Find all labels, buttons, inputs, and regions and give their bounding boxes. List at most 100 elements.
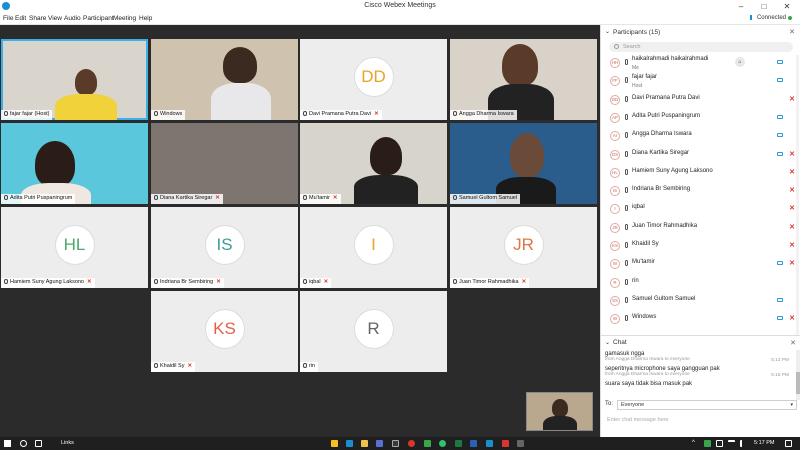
- participant-row[interactable]: DD Davi Pramana Putra Davi ✕: [601, 91, 800, 109]
- video-feed-shape: [75, 69, 97, 95]
- word-icon[interactable]: [470, 440, 477, 447]
- video-camera-icon[interactable]: [777, 60, 783, 64]
- app-icon[interactable]: [376, 440, 383, 447]
- edge-icon[interactable]: [346, 440, 353, 447]
- muted-mic-icon[interactable]: ✕: [789, 186, 795, 194]
- tray-app-icon[interactable]: [704, 440, 711, 447]
- battery-icon[interactable]: [716, 440, 723, 447]
- video-tile[interactable]: fajar fajar (Host): [1, 39, 148, 120]
- notification-icon[interactable]: [785, 440, 792, 447]
- chrome-icon[interactable]: [331, 440, 338, 447]
- participant-row[interactable]: IS Indriana Br Sembiring ✕: [601, 182, 800, 200]
- video-tile[interactable]: Windows: [151, 39, 298, 120]
- chat-scrollbar[interactable]: [796, 350, 800, 400]
- video-tile[interactable]: Iiqbal ✕: [300, 207, 447, 288]
- video-tile[interactable]: DD Davi Pramana Putra Davi ✕: [300, 39, 447, 120]
- app-icon[interactable]: [424, 440, 431, 447]
- participant-scrollbar[interactable]: [796, 55, 799, 351]
- wifi-icon[interactable]: [728, 440, 735, 447]
- muted-mic-icon[interactable]: ✕: [789, 150, 795, 158]
- video-tile[interactable]: IS Indriana Br Sembiring ✕: [151, 207, 298, 288]
- chat-header[interactable]: ⌄ Chat ✕: [601, 336, 800, 349]
- windows-start-icon[interactable]: [4, 440, 11, 447]
- chevron-down-icon[interactable]: ⌄: [605, 28, 610, 35]
- excel-icon[interactable]: [455, 440, 462, 447]
- maximize-icon[interactable]: □: [753, 1, 775, 12]
- muted-mic-icon[interactable]: ✕: [789, 314, 795, 322]
- menu-share[interactable]: Share: [29, 15, 46, 22]
- video-tile[interactable]: Diana Kartika Siregar ✕: [151, 123, 298, 204]
- video-camera-icon[interactable]: [777, 261, 783, 266]
- participant-row[interactable]: AI Angga Dharma Iswara: [601, 127, 800, 145]
- video-tile[interactable]: Adita Putri Puspaningrum: [1, 123, 148, 204]
- task-view-icon[interactable]: [35, 440, 42, 447]
- chat-message-input[interactable]: Enter chat message here: [605, 414, 793, 434]
- menu-meeting[interactable]: Meeting: [113, 15, 136, 22]
- video-tile[interactable]: Rrin: [300, 291, 447, 372]
- menu-help[interactable]: Help: [139, 15, 152, 22]
- menu-participant[interactable]: Participant: [83, 15, 114, 22]
- participant-row[interactable]: HH haikalrahmadi haikalrahmadi Me ⌂: [601, 54, 800, 72]
- close-icon[interactable]: ✕: [776, 1, 798, 12]
- participant-row[interactable]: FF fajar fajar Host: [601, 72, 800, 90]
- app-icon[interactable]: [392, 440, 399, 447]
- participant-row[interactable]: Iiqbal ✕: [601, 200, 800, 218]
- close-participants-icon[interactable]: ✕: [789, 28, 795, 36]
- participant-row[interactable]: JR Juan Timor Rahmadhika ✕: [601, 219, 800, 237]
- participant-row[interactable]: M Mu'tamir ✕: [601, 255, 800, 273]
- participant-row[interactable]: KS Khaidil Sy ✕: [601, 237, 800, 255]
- muted-mic-icon[interactable]: ✕: [789, 223, 795, 231]
- video-camera-icon[interactable]: [777, 133, 783, 138]
- home-icon[interactable]: ⌂: [735, 57, 745, 67]
- video-tile[interactable]: Angga Dharma Iswara: [450, 39, 597, 120]
- whatsapp-icon[interactable]: [439, 440, 446, 447]
- file-explorer-icon[interactable]: [361, 440, 368, 447]
- video-tile[interactable]: KS Khaidil Sy ✕: [151, 291, 298, 372]
- muted-mic-icon[interactable]: ✕: [789, 168, 795, 176]
- participant-row[interactable]: HL Hamiem Suny Agung Laksono ✕: [601, 164, 800, 182]
- video-tile[interactable]: JR Juan Timor Rahmadhika ✕: [450, 207, 597, 288]
- media-player-icon[interactable]: [408, 440, 415, 447]
- minimize-icon[interactable]: –: [730, 1, 752, 12]
- participant-row[interactable]: AP Adita Putri Puspaningrum: [601, 109, 800, 127]
- muted-mic-icon[interactable]: ✕: [789, 95, 795, 103]
- search-icon[interactable]: [20, 440, 27, 447]
- muted-mic-icon[interactable]: ✕: [789, 204, 795, 212]
- recipient-value: Everyone: [621, 402, 645, 408]
- webex-taskbar-icon[interactable]: [486, 440, 493, 447]
- chevron-down-icon[interactable]: ⌄: [605, 339, 610, 346]
- video-camera-icon[interactable]: [777, 151, 783, 156]
- video-camera-icon[interactable]: [777, 114, 783, 119]
- pdf-icon[interactable]: [502, 440, 509, 447]
- menu-file[interactable]: File: [3, 15, 13, 22]
- muted-mic-icon[interactable]: ✕: [789, 259, 795, 267]
- recipient-select[interactable]: Everyone ▾: [617, 400, 797, 410]
- participant-row[interactable]: DS Diana Kartika Siregar ✕: [601, 146, 800, 164]
- taskbar-clock[interactable]: 5:17 PM: [754, 440, 774, 446]
- menu-edit[interactable]: Edit: [15, 15, 26, 22]
- close-chat-icon[interactable]: ✕: [790, 339, 796, 347]
- side-panel: ⌄ Participants (15) ✕ Search HH haikalrah…: [600, 25, 800, 437]
- participant-row[interactable]: W Windows ✕: [601, 310, 800, 328]
- participant-search-input[interactable]: Search: [609, 42, 793, 52]
- tray-up-icon[interactable]: ^: [692, 440, 695, 447]
- menu-view[interactable]: View: [48, 15, 62, 22]
- video-tile[interactable]: Mu'tamir ✕: [300, 123, 447, 204]
- video-tile[interactable]: Samuel Gultom Samuel: [450, 123, 597, 204]
- links-toolbar[interactable]: Links: [61, 440, 74, 446]
- video-camera-icon[interactable]: [777, 78, 783, 83]
- menu-audio[interactable]: Audio: [64, 15, 81, 22]
- participant-row[interactable]: Rrin: [601, 274, 800, 292]
- app-icon[interactable]: [517, 440, 524, 447]
- video-tile[interactable]: HL Hamiem Suny Agung Laksono ✕: [1, 207, 148, 288]
- chat-scroll-thumb[interactable]: [796, 372, 800, 394]
- participant-row[interactable]: SS Samuel Gultom Samuel: [601, 292, 800, 310]
- chat-message-meta: from Angga Dharma Iswara to everyone: [605, 357, 690, 362]
- muted-mic-icon[interactable]: ✕: [789, 241, 795, 249]
- self-view-video[interactable]: [526, 392, 593, 431]
- video-camera-icon[interactable]: [777, 297, 783, 302]
- video-camera-icon[interactable]: [777, 316, 783, 321]
- volume-icon[interactable]: [740, 440, 747, 447]
- microphone-icon: [303, 111, 307, 116]
- participants-header[interactable]: ⌄ Participants (15) ✕: [601, 25, 800, 39]
